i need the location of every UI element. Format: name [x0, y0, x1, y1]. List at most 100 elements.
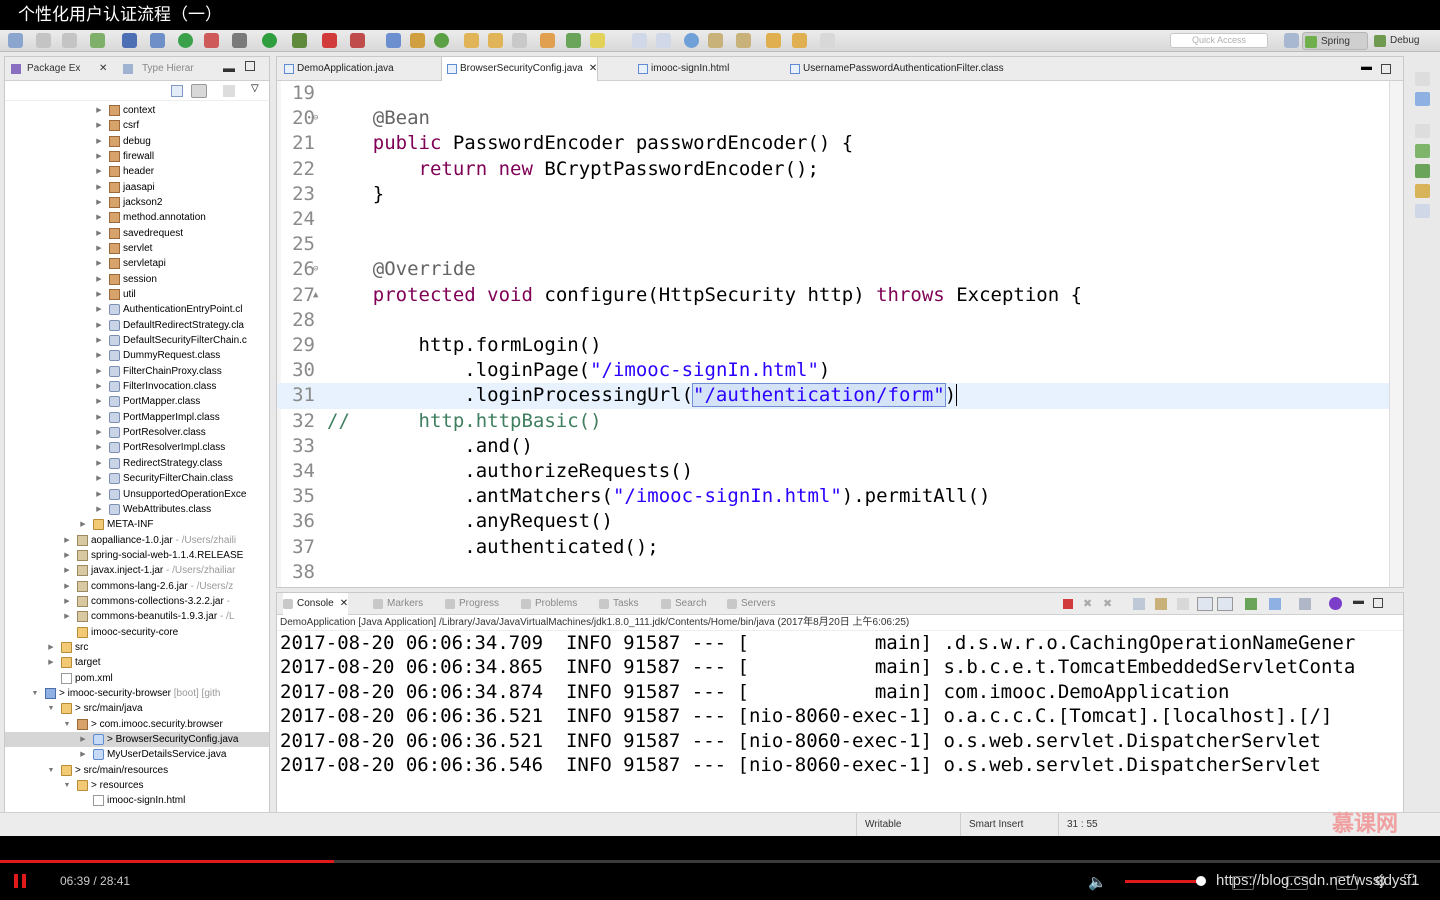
tree-item[interactable]: ▶ session: [5, 272, 269, 287]
pen-icon[interactable]: [512, 33, 527, 48]
pin-console-icon[interactable]: [1245, 598, 1257, 610]
tree-item[interactable]: ▶ jaasapi: [5, 180, 269, 195]
expand-arrow-icon[interactable]: ▶: [95, 364, 103, 379]
outline-icon[interactable]: [1415, 92, 1430, 106]
tree-item[interactable]: ▶ UnsupportedOperationExce: [5, 487, 269, 502]
tree-item[interactable]: ▶ META-INF: [5, 517, 269, 532]
tab-editor-file[interactable]: imooc-signIn.html: [633, 57, 729, 81]
pin-icon[interactable]: [566, 33, 581, 48]
expand-arrow-icon[interactable]: ▶: [95, 410, 103, 425]
hierarchy-icon[interactable]: [1415, 164, 1430, 178]
video-progress-bar[interactable]: [0, 860, 1440, 863]
expand-arrow-icon[interactable]: ▶: [95, 379, 103, 394]
tree-item[interactable]: ▶ PortMapper.class: [5, 394, 269, 409]
tree-item[interactable]: ▶ servletapi: [5, 256, 269, 271]
expand-arrow-icon[interactable]: ▶: [79, 732, 87, 747]
refresh-icon[interactable]: [434, 33, 449, 48]
tree-item[interactable]: ▶ context: [5, 103, 269, 118]
next-annotation-icon[interactable]: [708, 33, 723, 48]
forward-icon[interactable]: [792, 33, 807, 48]
expand-arrow-icon[interactable]: ▶: [79, 747, 87, 762]
boot-dashboard-icon[interactable]: [1415, 184, 1430, 198]
tab-console-view[interactable]: Search: [661, 593, 707, 615]
show-on-output-icon[interactable]: [1197, 597, 1213, 611]
code-line[interactable]: 38: [277, 560, 1389, 585]
code-line[interactable]: 27 ▲ protected void configure(HttpSecurit…: [277, 283, 1389, 308]
debug-perspective-button[interactable]: Debug: [1372, 32, 1438, 50]
open-task-icon[interactable]: [410, 33, 425, 48]
tree-item[interactable]: ▶ commons-collections-3.2.2.jar -: [5, 594, 269, 609]
tree-item[interactable]: ▼ > src/main/resources: [5, 763, 269, 778]
code-line[interactable]: 37 .authenticated();: [277, 535, 1389, 560]
show-on-error-icon[interactable]: [1217, 597, 1233, 611]
clear-console-icon[interactable]: [1133, 598, 1145, 610]
expand-arrow-icon[interactable]: ▶: [95, 456, 103, 471]
minimize-icon[interactable]: ▬: [223, 61, 235, 75]
code-line[interactable]: 30 .loginPage("/imooc-signIn.html"): [277, 358, 1389, 383]
layout-icon[interactable]: [632, 33, 647, 48]
code-line[interactable]: 23 }: [277, 182, 1389, 207]
code-line[interactable]: 36 .anyRequest(): [277, 509, 1389, 534]
tree-item[interactable]: ▶ PortResolver.class: [5, 425, 269, 440]
tree-item[interactable]: imooc-signIn.html: [5, 793, 269, 808]
refactor-icon[interactable]: [90, 33, 105, 48]
expand-arrow-icon[interactable]: ▼: [47, 763, 55, 778]
expand-arrow-icon[interactable]: ▶: [47, 655, 55, 670]
gradle-icon[interactable]: [204, 33, 219, 48]
expand-arrow-icon[interactable]: ▼: [47, 701, 55, 716]
tree-item[interactable]: ▶ commons-lang-2.6.jar - /Users/z: [5, 579, 269, 594]
expand-arrow-icon[interactable]: ▶: [95, 210, 103, 225]
expand-arrow-icon[interactable]: ▶: [79, 517, 87, 532]
spring-explorer-icon[interactable]: [1415, 144, 1430, 158]
tree-item[interactable]: ▶ RedirectStrategy.class: [5, 456, 269, 471]
save-icon[interactable]: [36, 33, 51, 48]
highlight-icon[interactable]: [590, 33, 605, 48]
tree-item[interactable]: ▶ commons-beanutils-1.9.3.jar - /L: [5, 609, 269, 624]
expand-arrow-icon[interactable]: ▶: [95, 502, 103, 517]
view-menu-icon[interactable]: ▽: [251, 83, 259, 94]
code-line[interactable]: 24: [277, 207, 1389, 232]
terminate-icon[interactable]: [1063, 599, 1073, 609]
junit-icon[interactable]: [1415, 204, 1430, 218]
open-folder-icon[interactable]: [488, 33, 503, 48]
expand-arrow-icon[interactable]: ▼: [63, 717, 71, 732]
expand-arrow-icon[interactable]: ▶: [95, 134, 103, 149]
tree-item[interactable]: ▶ FilterChainProxy.class: [5, 364, 269, 379]
build-icon[interactable]: [232, 33, 247, 48]
debug-run-icon[interactable]: [292, 33, 307, 48]
tree-item[interactable]: ▶ savedrequest: [5, 226, 269, 241]
expand-arrow-icon[interactable]: ▶: [63, 609, 71, 624]
maximize-icon[interactable]: [245, 61, 255, 71]
tree-item[interactable]: ▶ DummyRequest.class: [5, 348, 269, 363]
tree-item[interactable]: ▶ spring-social-web-1.1.4.RELEASE: [5, 548, 269, 563]
code-line[interactable]: 21 public PasswordEncoder passwordEncode…: [277, 131, 1389, 156]
fold-marker-icon[interactable]: ⊖: [313, 257, 318, 282]
expand-arrow-icon[interactable]: ▶: [63, 579, 71, 594]
restore-icon[interactable]: [1415, 72, 1430, 86]
tree-item[interactable]: ▶ debug: [5, 134, 269, 149]
code-editor[interactable]: 19 20 ⊖ @Bean 21 public PasswordEncoder pas…: [277, 81, 1389, 587]
expand-arrow-icon[interactable]: ▶: [63, 594, 71, 609]
expand-arrow-icon[interactable]: ▶: [95, 272, 103, 287]
eclipse-color-theme-icon[interactable]: [1329, 597, 1342, 610]
tab-console-view[interactable]: Servers: [727, 593, 775, 615]
tab-console-view[interactable]: Problems: [521, 593, 577, 615]
tag-icon[interactable]: [540, 33, 555, 48]
folder-open-icon[interactable]: [464, 33, 479, 48]
code-line[interactable]: 35 .antMatchers("/imooc-signIn.html").pe…: [277, 484, 1389, 509]
code-line[interactable]: 19: [277, 81, 1389, 106]
skip-breakpoints-icon[interactable]: [150, 33, 165, 48]
tree-item[interactable]: ▶ FilterInvocation.class: [5, 379, 269, 394]
expand-arrow-icon[interactable]: ▶: [63, 533, 71, 548]
new-icon[interactable]: [8, 33, 23, 48]
pause-button[interactable]: [13, 874, 27, 888]
fold-marker-icon[interactable]: ⊖: [313, 106, 318, 131]
code-line[interactable]: 20 ⊖ @Bean: [277, 106, 1389, 131]
tab-console-view[interactable]: Tasks: [599, 593, 639, 615]
code-line[interactable]: 33 .and(): [277, 434, 1389, 459]
expand-arrow-icon[interactable]: ▶: [95, 394, 103, 409]
tree-item[interactable]: ▼ > resources: [5, 778, 269, 793]
tree-item[interactable]: ▶ aopalliance-1.0.jar - /Users/zhaili: [5, 533, 269, 548]
tree-item[interactable]: ▼ > imooc-security-browser [boot] [gith: [5, 686, 269, 701]
tree-item[interactable]: ▶ AuthenticationEntryPoint.cl: [5, 302, 269, 317]
